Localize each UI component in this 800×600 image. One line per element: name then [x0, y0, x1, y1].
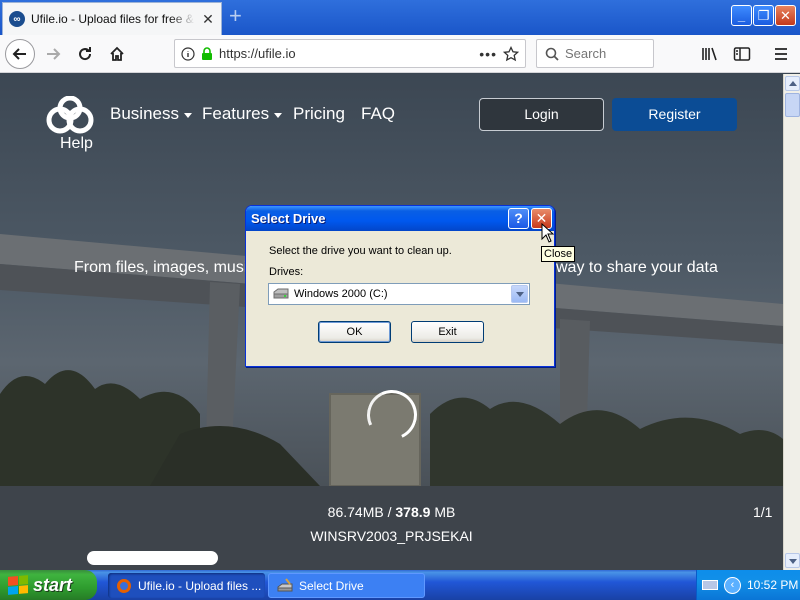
dialog-title: Select Drive	[251, 211, 326, 226]
help-link[interactable]: Help	[60, 135, 93, 153]
bookmark-star-icon[interactable]	[503, 45, 519, 62]
show-hidden-icons-chevron-icon[interactable]: ‹	[724, 576, 741, 594]
ufile-favicon: ∞	[9, 11, 25, 27]
back-arrow-icon	[12, 48, 26, 60]
progress-separator: /	[387, 504, 392, 520]
drives-select[interactable]: Windows 2000 (C:)	[268, 283, 530, 305]
progress-unit: MB	[434, 504, 456, 520]
taskbar-item-label: Select Drive	[299, 578, 364, 593]
dialog-prompt: Select the drive you want to clean up.	[269, 245, 452, 257]
tab-title: Ufile.io - Upload files for free & sh	[31, 12, 195, 26]
keyboard-icon[interactable]	[702, 580, 718, 590]
back-button[interactable]	[5, 39, 35, 69]
forward-arrow-icon	[47, 48, 61, 60]
reload-icon	[79, 47, 92, 61]
progress-pill	[87, 551, 218, 565]
clock[interactable]: 10:52 PM	[747, 578, 798, 592]
firefox-icon	[117, 578, 131, 593]
upload-progress: 86.74MB / 378.9 MB	[0, 504, 783, 520]
sidebar-toggle-button[interactable]	[727, 39, 757, 69]
scrollbar-thumb[interactable]	[785, 93, 800, 117]
search-bar[interactable]	[536, 39, 654, 68]
scroll-up-button[interactable]	[785, 76, 800, 91]
search-icon	[545, 47, 559, 61]
hard-drive-icon	[273, 288, 289, 299]
mouse-pointer-icon	[541, 223, 555, 243]
library-icon	[702, 47, 717, 61]
address-bar[interactable]: https://ufile.io •••	[174, 39, 526, 68]
library-button[interactable]	[695, 39, 725, 69]
window-maximize-button[interactable]: ❐	[753, 5, 774, 26]
window-close-button[interactable]: ✕	[775, 5, 796, 26]
tagline-left: From files, images, musi	[74, 259, 248, 276]
select-drive-dialog: Select Drive ? ✕ Select the drive you wa…	[245, 205, 555, 367]
browser-tab[interactable]: ∞ Ufile.io - Upload files for free & sh …	[2, 2, 222, 35]
scroll-down-button[interactable]	[785, 553, 800, 568]
reload-button[interactable]	[70, 39, 100, 69]
start-button[interactable]: start	[0, 570, 97, 600]
page-scrollbar[interactable]	[783, 74, 800, 570]
page-actions-icon[interactable]: •••	[479, 46, 497, 62]
tab-close-icon[interactable]: ✕	[201, 11, 215, 28]
drives-label: Drives:	[269, 266, 304, 278]
url-text[interactable]: https://ufile.io	[219, 46, 473, 61]
drives-selected-value: Windows 2000 (C:)	[294, 288, 388, 300]
upload-filename: WINSRV2003_PRJSEKAI	[310, 528, 473, 544]
dialog-help-button[interactable]: ?	[508, 208, 529, 229]
chevron-down-icon	[183, 112, 192, 118]
nav-business-label: Business	[110, 104, 179, 123]
nav-features-label: Features	[202, 104, 270, 123]
browser-tab-strip: ∞ Ufile.io - Upload files for free & sh …	[0, 0, 800, 35]
dropdown-arrow-icon[interactable]	[511, 285, 528, 303]
chevron-down-icon	[274, 112, 283, 118]
register-button[interactable]: Register	[612, 98, 737, 131]
home-button[interactable]	[102, 39, 132, 69]
sidebar-icon	[733, 47, 751, 61]
login-button[interactable]: Login	[479, 98, 604, 131]
hamburger-menu-icon	[775, 48, 787, 60]
start-label: start	[33, 574, 73, 595]
disk-cleanup-icon	[277, 577, 293, 591]
browser-toolbar: https://ufile.io •••	[0, 35, 800, 73]
progress-uploaded: 86.74MB	[327, 504, 384, 520]
info-icon[interactable]	[181, 46, 195, 61]
nav-features[interactable]: Features	[202, 104, 283, 124]
ufile-logo-icon[interactable]	[44, 96, 96, 136]
nav-business[interactable]: Business	[110, 104, 192, 124]
search-input[interactable]	[565, 46, 645, 61]
taskbar-item-select-drive[interactable]: Select Drive	[268, 573, 425, 598]
exit-button[interactable]: Exit	[411, 321, 484, 343]
new-tab-button[interactable]: +	[229, 4, 242, 28]
tagline-right: way to share your data	[556, 259, 718, 276]
progress-total: 378.9	[395, 504, 431, 520]
windows-taskbar: start Ufile.io - Upload files ... Select…	[0, 570, 800, 600]
menu-button[interactable]	[766, 39, 796, 69]
nav-faq[interactable]: FAQ	[361, 104, 395, 124]
forward-button[interactable]	[38, 39, 68, 69]
file-counter: 1/1	[753, 504, 773, 520]
lock-icon[interactable]	[201, 46, 213, 61]
dialog-titlebar[interactable]: Select Drive ? ✕	[246, 206, 554, 231]
ok-button[interactable]: OK	[318, 321, 391, 343]
system-tray: ‹ 10:52 PM	[696, 570, 800, 600]
taskbar-item-label: Ufile.io - Upload files ...	[138, 578, 262, 593]
window-minimize-button[interactable]: _	[731, 5, 752, 26]
taskbar-item-browser[interactable]: Ufile.io - Upload files ...	[108, 573, 265, 598]
windows-flag-icon	[8, 575, 28, 595]
close-tooltip: Close	[541, 246, 576, 262]
nav-pricing[interactable]: Pricing	[293, 104, 345, 124]
dialog-body: Select the drive you want to clean up. D…	[249, 231, 551, 365]
home-icon	[110, 46, 124, 61]
